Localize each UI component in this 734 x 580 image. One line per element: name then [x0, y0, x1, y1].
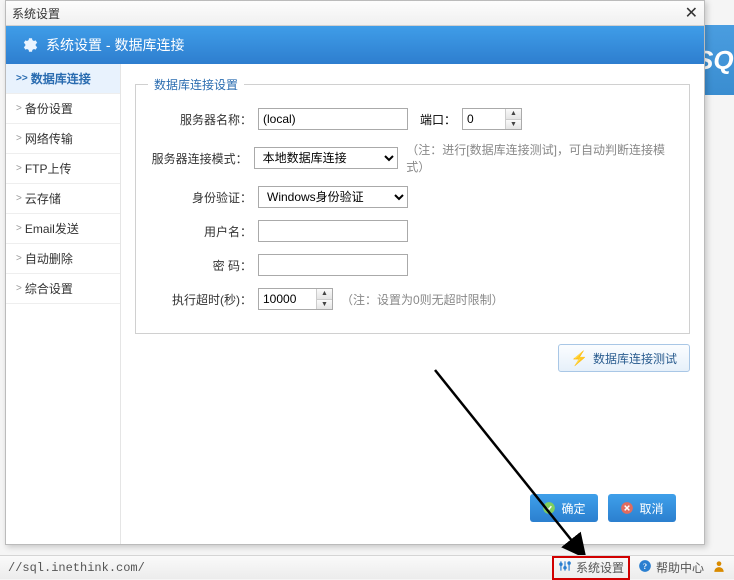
- sidebar-item-label: 数据库连接: [31, 70, 91, 87]
- sidebar-item-autodel[interactable]: >自动删除: [6, 244, 120, 274]
- chevron-right-icon: >: [16, 133, 22, 144]
- spin-down-icon[interactable]: ▼: [317, 300, 332, 310]
- sidebar-item-label: Email发送: [25, 220, 79, 237]
- chevron-right-icon: >>: [16, 73, 28, 84]
- server-input[interactable]: [258, 108, 408, 130]
- sidebar-item-label: 备份设置: [25, 100, 73, 117]
- chevron-right-icon: >: [16, 163, 22, 174]
- server-label: 服务器名称：: [148, 111, 258, 128]
- sliders-icon: [558, 559, 572, 577]
- status-settings-button[interactable]: 系统设置: [552, 556, 630, 580]
- mode-select[interactable]: 本地数据库连接: [254, 147, 399, 169]
- sidebar-item-cloud[interactable]: >云存储: [6, 184, 120, 214]
- dialog-header-title: 系统设置 - 数据库连接: [46, 35, 184, 55]
- status-help-button[interactable]: ? 帮助中心: [638, 559, 704, 577]
- sidebar-item-ftp[interactable]: >FTP上传: [6, 154, 120, 184]
- spin-up-icon[interactable]: ▲: [317, 289, 332, 300]
- status-extra-button[interactable]: [712, 559, 726, 577]
- auth-label: 身份验证：: [148, 189, 258, 206]
- mode-note: （注：进行[数据库连接测试]，可自动判断连接模式）: [406, 141, 677, 175]
- test-button-label: 数据库连接测试: [593, 350, 677, 367]
- mode-label: 服务器连接模式：: [148, 150, 254, 167]
- status-bar: //sql.inethink.com/ 系统设置 ? 帮助中心: [0, 555, 734, 579]
- spin-down-icon[interactable]: ▼: [506, 120, 521, 130]
- status-url: //sql.inethink.com/: [8, 561, 145, 575]
- dialog-title: 系统设置: [12, 5, 685, 22]
- pwd-label: 密 码：: [148, 257, 258, 274]
- main-panel: 数据库连接设置 服务器名称： 端口： ▲▼ 服务器连接模式： 本地数据库连接 （…: [121, 64, 704, 544]
- port-label: 端口：: [420, 111, 456, 128]
- sidebar-item-backup[interactable]: >备份设置: [6, 94, 120, 124]
- chevron-right-icon: >: [16, 193, 22, 204]
- timeout-label: 执行超时(秒)：: [148, 291, 258, 308]
- sidebar-item-email[interactable]: >Email发送: [6, 214, 120, 244]
- cancel-button[interactable]: 取消: [608, 494, 676, 522]
- ok-label: 确定: [561, 500, 585, 517]
- db-settings-group: 数据库连接设置 服务器名称： 端口： ▲▼ 服务器连接模式： 本地数据库连接 （…: [135, 76, 690, 334]
- dialog-footer: 确定 取消: [135, 486, 690, 534]
- group-legend: 数据库连接设置: [148, 76, 244, 93]
- username-input[interactable]: [258, 220, 408, 242]
- sidebar-item-label: 网络传输: [25, 130, 73, 147]
- test-connection-button[interactable]: ⚡ 数据库连接测试: [558, 344, 690, 372]
- help-icon: ?: [638, 559, 652, 577]
- user-icon: [712, 559, 726, 577]
- ok-button[interactable]: 确定: [530, 494, 598, 522]
- gear-icon: [20, 36, 38, 54]
- svg-text:?: ?: [643, 561, 647, 570]
- sidebar: >>数据库连接 >备份设置 >网络传输 >FTP上传 >云存储 >Email发送…: [6, 64, 121, 544]
- sidebar-item-label: 云存储: [25, 190, 61, 207]
- status-settings-label: 系统设置: [576, 559, 624, 576]
- sidebar-item-general[interactable]: >综合设置: [6, 274, 120, 304]
- dialog-header: 系统设置 - 数据库连接: [6, 26, 704, 64]
- cancel-icon: [620, 501, 634, 515]
- sidebar-item-label: 自动删除: [25, 250, 73, 267]
- user-label: 用户名：: [148, 223, 258, 240]
- sidebar-item-network[interactable]: >网络传输: [6, 124, 120, 154]
- timeout-note: （注：设置为0则无超时限制）: [341, 291, 504, 308]
- sidebar-item-label: 综合设置: [25, 280, 73, 297]
- sidebar-item-db[interactable]: >>数据库连接: [6, 64, 120, 94]
- cancel-label: 取消: [639, 500, 663, 517]
- spin-up-icon[interactable]: ▲: [506, 109, 521, 120]
- sidebar-item-label: FTP上传: [25, 160, 72, 177]
- dialog-titlebar: 系统设置 ✕: [6, 1, 704, 26]
- settings-dialog: 系统设置 ✕ 系统设置 - 数据库连接 >>数据库连接 >备份设置 >网络传输 …: [5, 0, 705, 545]
- chevron-right-icon: >: [16, 253, 22, 264]
- chevron-right-icon: >: [16, 103, 22, 114]
- auth-select[interactable]: Windows身份验证: [258, 186, 408, 208]
- bolt-icon: ⚡: [571, 350, 588, 367]
- check-icon: [542, 501, 556, 515]
- chevron-right-icon: >: [16, 283, 22, 294]
- status-help-label: 帮助中心: [656, 559, 704, 576]
- close-icon[interactable]: ✕: [685, 3, 698, 23]
- password-input[interactable]: [258, 254, 408, 276]
- chevron-right-icon: >: [16, 223, 22, 234]
